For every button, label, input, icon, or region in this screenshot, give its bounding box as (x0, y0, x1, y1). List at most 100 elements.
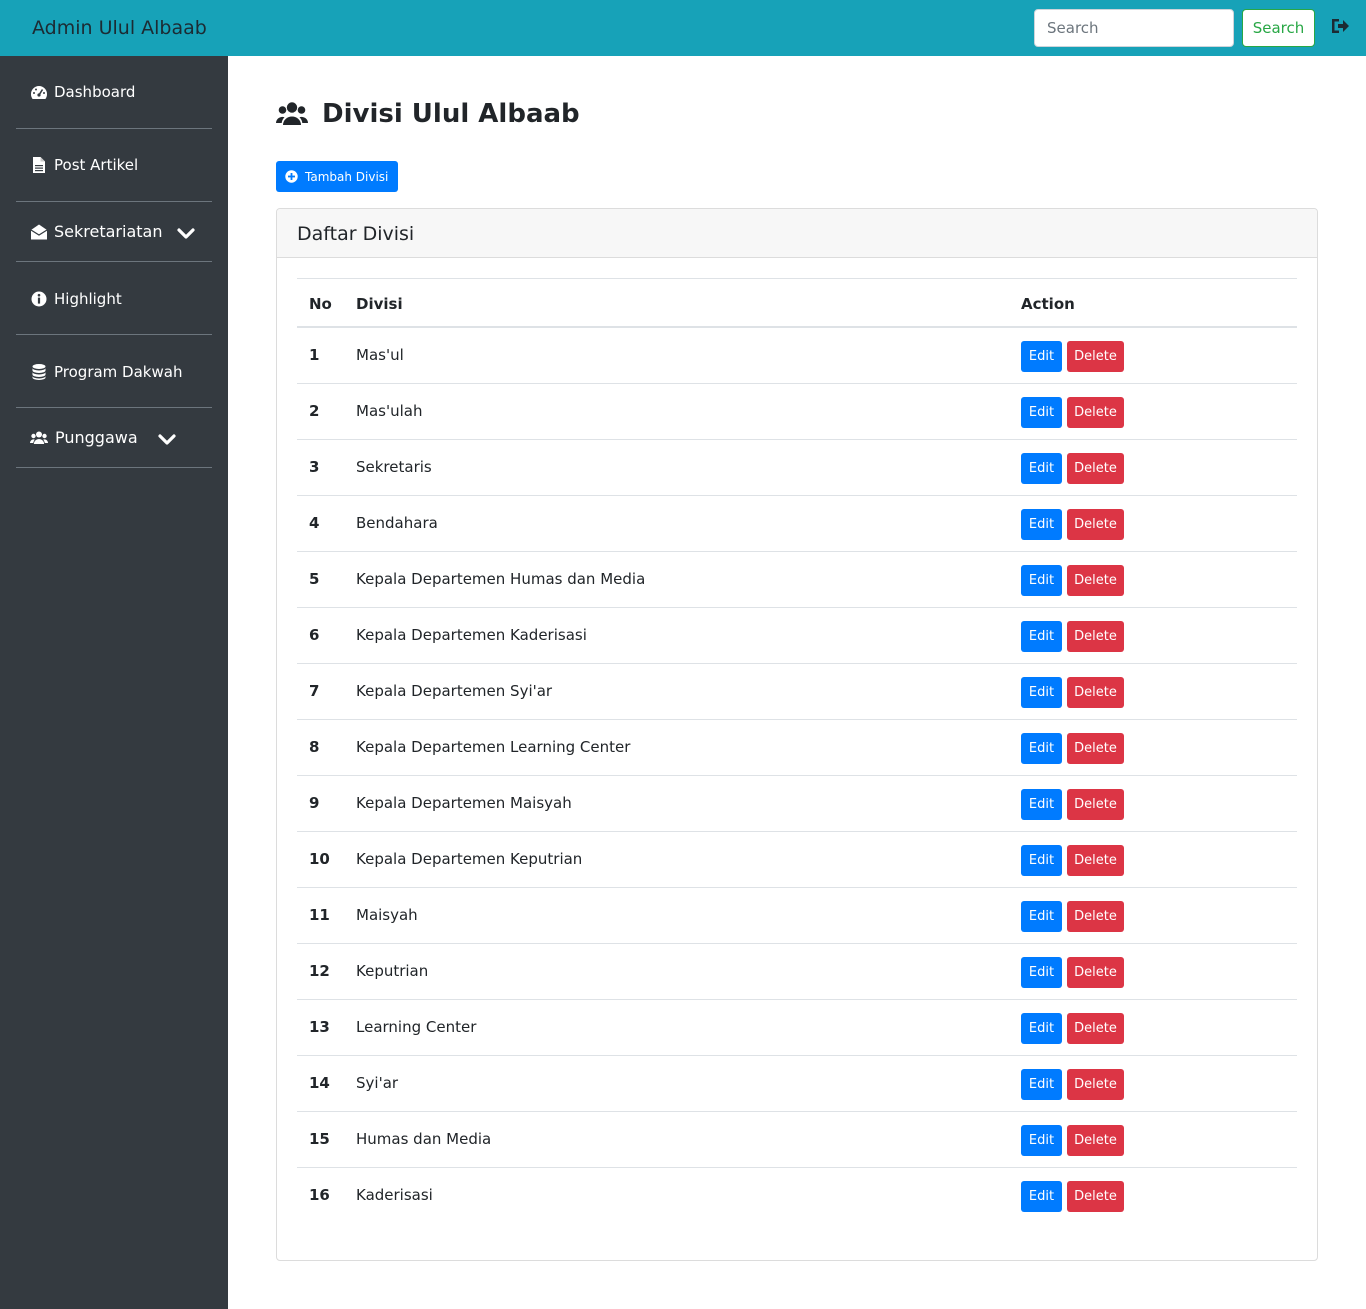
info-circle-icon (31, 291, 47, 307)
delete-button[interactable]: Delete (1067, 789, 1124, 820)
row-divisi: Kepala Departemen Syi'ar (356, 682, 553, 700)
delete-button[interactable]: Delete (1067, 1013, 1124, 1044)
sidebar-item-punggawa[interactable]: Punggawa (16, 408, 212, 468)
edit-button[interactable]: Edit (1021, 677, 1062, 708)
sidebar-item-label: Program Dakwah (54, 363, 183, 381)
delete-button[interactable]: Delete (1067, 509, 1124, 540)
sidebar-item-sekretariatan[interactable]: Sekretariatan (16, 202, 212, 262)
table-row: 1 Mas'ul Edit Delete (297, 328, 1297, 384)
table-row: 10 Kepala Departemen Keputrian Edit Dele… (297, 832, 1297, 888)
delete-button[interactable]: Delete (1067, 397, 1124, 428)
row-divisi: Keputrian (356, 962, 429, 980)
row-number: 10 (309, 850, 330, 868)
edit-button[interactable]: Edit (1021, 1125, 1062, 1156)
column-header-divisi: Divisi (356, 295, 403, 313)
delete-button[interactable]: Delete (1067, 901, 1124, 932)
sidebar: Dashboard Post Artikel Sekretariatan Hig… (0, 56, 228, 1309)
add-divisi-button[interactable]: Tambah Divisi (276, 161, 398, 192)
row-number: 3 (309, 458, 320, 476)
tachometer-icon (30, 86, 48, 99)
brand-title[interactable]: Admin Ulul Albaab (32, 16, 207, 40)
row-number: 9 (309, 794, 320, 812)
table-row: 8 Kepala Departemen Learning Center Edit… (297, 720, 1297, 776)
table-row: 15 Humas dan Media Edit Delete (297, 1112, 1297, 1168)
table-row: 6 Kepala Departemen Kaderisasi Edit Dele… (297, 608, 1297, 664)
card-title: Daftar Divisi (297, 223, 415, 245)
row-divisi: Kepala Departemen Kaderisasi (356, 626, 587, 644)
row-number: 15 (309, 1130, 330, 1148)
row-number: 11 (309, 906, 330, 924)
row-divisi: Humas dan Media (356, 1130, 492, 1148)
edit-button[interactable]: Edit (1021, 453, 1062, 484)
search-input[interactable] (1034, 9, 1234, 47)
edit-button[interactable]: Edit (1021, 733, 1062, 764)
sidebar-item-dashboard[interactable]: Dashboard (16, 56, 212, 129)
page-title: Divisi Ulul Albaab (322, 99, 580, 129)
sidebar-item-highlight[interactable]: Highlight (16, 262, 212, 335)
table-row: 3 Sekretaris Edit Delete (297, 440, 1297, 496)
row-number: 13 (309, 1018, 330, 1036)
chevron-down-icon[interactable] (158, 431, 176, 449)
delete-button[interactable]: Delete (1067, 957, 1124, 988)
edit-button[interactable]: Edit (1021, 901, 1062, 932)
delete-button[interactable]: Delete (1067, 1181, 1124, 1212)
delete-button[interactable]: Delete (1067, 1069, 1124, 1100)
edit-button[interactable]: Edit (1021, 1069, 1062, 1100)
delete-button[interactable]: Delete (1067, 621, 1124, 652)
row-divisi: Sekretaris (356, 458, 432, 476)
search-button[interactable]: Search (1242, 9, 1315, 47)
table-row: 11 Maisyah Edit Delete (297, 888, 1297, 944)
table-row: 14 Syi'ar Edit Delete (297, 1056, 1297, 1112)
card-header: Daftar Divisi (277, 209, 1317, 258)
sidebar-item-program-dakwah[interactable]: Program Dakwah (16, 335, 212, 408)
row-number: 16 (309, 1186, 330, 1204)
delete-button[interactable]: Delete (1067, 453, 1124, 484)
top-navbar: Admin Ulul Albaab Search (0, 0, 1366, 56)
table-row: 4 Bendahara Edit Delete (297, 496, 1297, 552)
delete-button[interactable]: Delete (1067, 845, 1124, 876)
sidebar-item-post-artikel[interactable]: Post Artikel (16, 129, 212, 202)
edit-button[interactable]: Edit (1021, 845, 1062, 876)
row-divisi: Mas'ulah (356, 402, 423, 420)
table-row: 9 Kepala Departemen Maisyah Edit Delete (297, 776, 1297, 832)
edit-button[interactable]: Edit (1021, 341, 1062, 372)
row-number: 2 (309, 402, 320, 420)
edit-button[interactable]: Edit (1021, 565, 1062, 596)
edit-button[interactable]: Edit (1021, 789, 1062, 820)
plus-circle-icon (285, 170, 298, 183)
delete-button[interactable]: Delete (1067, 341, 1124, 372)
column-header-action: Action (1021, 295, 1075, 313)
sign-out-icon[interactable] (1330, 16, 1350, 36)
add-divisi-label: Tambah Divisi (305, 169, 389, 184)
row-divisi: Syi'ar (356, 1074, 399, 1092)
envelope-open-icon (30, 224, 48, 240)
edit-button[interactable]: Edit (1021, 621, 1062, 652)
row-divisi: Mas'ul (356, 346, 404, 364)
delete-button[interactable]: Delete (1067, 677, 1124, 708)
sidebar-item-label: Post Artikel (54, 156, 139, 174)
chevron-down-icon[interactable] (177, 225, 195, 243)
row-number: 5 (309, 570, 320, 588)
row-divisi: Bendahara (356, 514, 438, 532)
sidebar-item-label: Dashboard (54, 83, 136, 101)
edit-button[interactable]: Edit (1021, 1181, 1062, 1212)
file-icon (33, 157, 45, 173)
table-row: 13 Learning Center Edit Delete (297, 1000, 1297, 1056)
edit-button[interactable]: Edit (1021, 957, 1062, 988)
delete-button[interactable]: Delete (1067, 733, 1124, 764)
edit-button[interactable]: Edit (1021, 1013, 1062, 1044)
row-number: 7 (309, 682, 320, 700)
row-divisi: Kaderisasi (356, 1186, 433, 1204)
edit-button[interactable]: Edit (1021, 509, 1062, 540)
table-row: 5 Kepala Departemen Humas dan Media Edit… (297, 552, 1297, 608)
row-number: 12 (309, 962, 330, 980)
row-number: 8 (309, 738, 320, 756)
row-divisi: Kepala Departemen Keputrian (356, 850, 583, 868)
edit-button[interactable]: Edit (1021, 397, 1062, 428)
row-number: 6 (309, 626, 320, 644)
delete-button[interactable]: Delete (1067, 565, 1124, 596)
users-icon (30, 431, 48, 444)
sidebar-item-label: Punggawa (55, 428, 138, 447)
delete-button[interactable]: Delete (1067, 1125, 1124, 1156)
row-number: 1 (309, 346, 320, 364)
